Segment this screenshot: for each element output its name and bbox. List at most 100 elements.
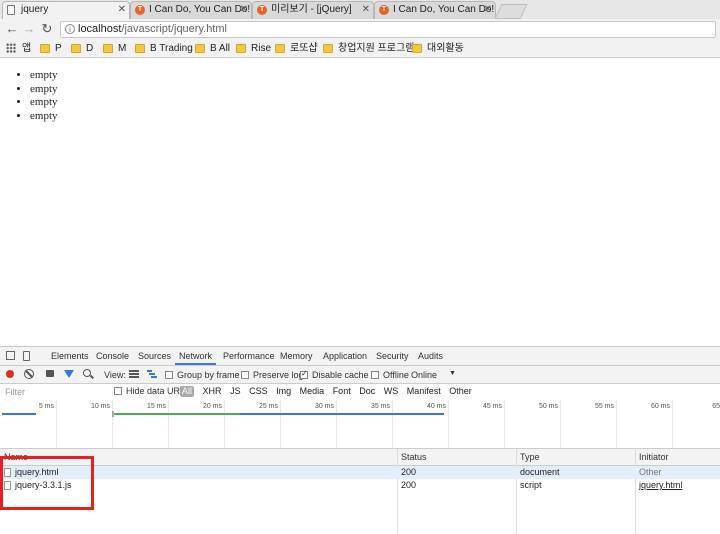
- timeline-tick: 10 ms: [90, 403, 110, 410]
- search-icon[interactable]: [83, 369, 91, 377]
- bookmark-startup[interactable]: 창업지원 프로그램: [323, 43, 414, 55]
- timeline-tick: 30 ms: [314, 403, 334, 410]
- filter-doc[interactable]: Doc: [359, 386, 375, 397]
- table-row[interactable]: jquery-3.3.1.js 200 script jquery.html: [0, 479, 720, 492]
- checkbox-icon: [241, 371, 249, 379]
- tab-strip: jquery ✕ T I Can Do, You Can Do! I ✕ T 미…: [0, 0, 720, 19]
- view-label: View:: [104, 370, 126, 380]
- filter-all[interactable]: All: [180, 386, 195, 397]
- filter-other[interactable]: Other: [449, 386, 472, 397]
- record-icon[interactable]: [6, 370, 14, 378]
- network-timeline-overview[interactable]: 5 ms 10 ms 15 ms 20 ms 25 ms 30 ms 35 ms…: [0, 400, 720, 449]
- bookmark-apps[interactable]: 앱: [6, 43, 31, 55]
- tab-network[interactable]: Network: [174, 351, 217, 365]
- back-arrow-icon[interactable]: ←: [5, 22, 19, 36]
- table-row[interactable]: jquery.html 200 document Other: [0, 466, 720, 479]
- close-icon[interactable]: ✕: [362, 2, 370, 18]
- disable-cache-checkbox[interactable]: Disable cache: [300, 369, 369, 380]
- folder-icon: [275, 43, 285, 53]
- close-icon[interactable]: ✕: [484, 2, 492, 18]
- bookmark-m[interactable]: M: [103, 43, 126, 55]
- filter-font[interactable]: Font: [333, 386, 351, 397]
- network-toolbar: View: Group by frame Preserve log Disabl…: [0, 366, 720, 384]
- filter-input[interactable]: Filter: [5, 387, 25, 397]
- filter-img[interactable]: Img: [276, 386, 291, 397]
- info-icon[interactable]: i: [65, 24, 75, 34]
- column-initiator[interactable]: Initiator: [639, 452, 669, 462]
- column-type[interactable]: Type: [520, 452, 540, 462]
- timeline-tick: 65: [712, 403, 720, 410]
- checkbox-icon: [165, 371, 173, 379]
- tab-security[interactable]: Security: [376, 351, 409, 361]
- initiator-link[interactable]: jquery.html: [639, 479, 682, 492]
- device-toggle-icon[interactable]: [23, 351, 30, 361]
- dropdown-caret-icon[interactable]: ▼: [449, 370, 456, 377]
- reload-icon[interactable]: ↻: [40, 22, 54, 36]
- filter-icon[interactable]: [64, 370, 74, 378]
- checkbox-checked-icon: [300, 369, 308, 379]
- close-icon[interactable]: ✕: [240, 2, 248, 18]
- request-status: 200: [401, 467, 417, 477]
- filter-xhr[interactable]: XHR: [203, 386, 222, 397]
- requests-table-header: Name Status Type Initiator: [0, 449, 720, 466]
- filter-manifest[interactable]: Manifest: [407, 386, 441, 397]
- tab-icando-2[interactable]: T I Can Do, You Can Do! I ✕: [374, 1, 496, 19]
- tab-elements[interactable]: Elements: [51, 351, 89, 361]
- large-rows-icon[interactable]: [129, 370, 139, 378]
- tab-application[interactable]: Application: [323, 351, 367, 361]
- camera-icon[interactable]: [46, 370, 54, 377]
- clear-icon[interactable]: [24, 369, 34, 379]
- folder-icon: [40, 43, 50, 53]
- group-by-frame-checkbox[interactable]: Group by frame: [165, 370, 240, 380]
- folder-icon: [71, 43, 81, 53]
- filter-css[interactable]: CSS: [249, 386, 268, 397]
- bookmark-b-all[interactable]: B All: [195, 43, 230, 55]
- browser-toolbar: ← → ↻ i localhost/javascript/jquery.html: [0, 19, 720, 41]
- throttling-select[interactable]: Online: [411, 370, 437, 380]
- bookmark-lotto[interactable]: 로또샵: [275, 43, 318, 55]
- script-download-bar: [240, 413, 444, 415]
- tab-sources[interactable]: Sources: [138, 351, 171, 361]
- tab-title: I Can Do, You Can Do! I: [149, 4, 252, 15]
- filter-ws[interactable]: WS: [384, 386, 399, 397]
- bookmark-b-trading[interactable]: B Trading: [135, 43, 193, 55]
- column-status[interactable]: Status: [401, 452, 427, 462]
- folder-icon: [323, 43, 333, 53]
- timeline-tick: 55 ms: [594, 403, 614, 410]
- tab-jquery[interactable]: jquery ✕: [2, 1, 130, 19]
- tab-memory[interactable]: Memory: [280, 351, 313, 361]
- checkbox-icon: [114, 387, 122, 395]
- devtools-panel: Elements Console Sources Network Perform…: [0, 346, 720, 534]
- waterfall-icon[interactable]: [147, 370, 157, 378]
- list-item: empty: [30, 83, 720, 97]
- bookmark-p[interactable]: P: [40, 43, 62, 55]
- tab-console[interactable]: Console: [96, 351, 129, 361]
- timeline-tick: 15 ms: [146, 403, 166, 410]
- tab-performance[interactable]: Performance: [223, 351, 275, 361]
- folder-icon: [412, 43, 422, 53]
- bookmark-d[interactable]: D: [71, 43, 93, 55]
- inspect-icon[interactable]: [6, 351, 15, 360]
- forward-arrow-icon[interactable]: →: [22, 22, 36, 36]
- tab-audits[interactable]: Audits: [418, 351, 443, 361]
- filter-js[interactable]: JS: [230, 386, 241, 397]
- new-tab-button[interactable]: [494, 4, 528, 19]
- timeline-tick: 60 ms: [650, 403, 670, 410]
- request-initiator: Other: [639, 467, 662, 477]
- tab-icando-1[interactable]: T I Can Do, You Can Do! I ✕: [130, 1, 252, 19]
- bookmark-rise[interactable]: Rise: [236, 43, 271, 55]
- folder-icon: [236, 43, 246, 53]
- tab-title: jquery: [21, 4, 49, 15]
- close-icon[interactable]: ✕: [118, 2, 126, 18]
- address-bar[interactable]: i localhost/javascript/jquery.html: [60, 21, 716, 38]
- resource-type-filters: All XHR JS CSS Img Media Font Doc WS Man…: [180, 386, 478, 397]
- tistory-icon: T: [135, 5, 145, 15]
- preserve-log-checkbox[interactable]: Preserve log: [241, 370, 304, 380]
- tab-title: I Can Do, You Can Do! I: [393, 4, 496, 15]
- hide-data-urls-checkbox[interactable]: Hide data URLs: [114, 386, 190, 396]
- bookmark-external[interactable]: 대외활동: [412, 43, 464, 55]
- tistory-icon: T: [379, 5, 389, 15]
- filter-media[interactable]: Media: [300, 386, 325, 397]
- tab-preview-jquery[interactable]: T 미리보기 - [jQuery] ✕: [252, 1, 374, 19]
- offline-checkbox[interactable]: Offline: [371, 370, 409, 380]
